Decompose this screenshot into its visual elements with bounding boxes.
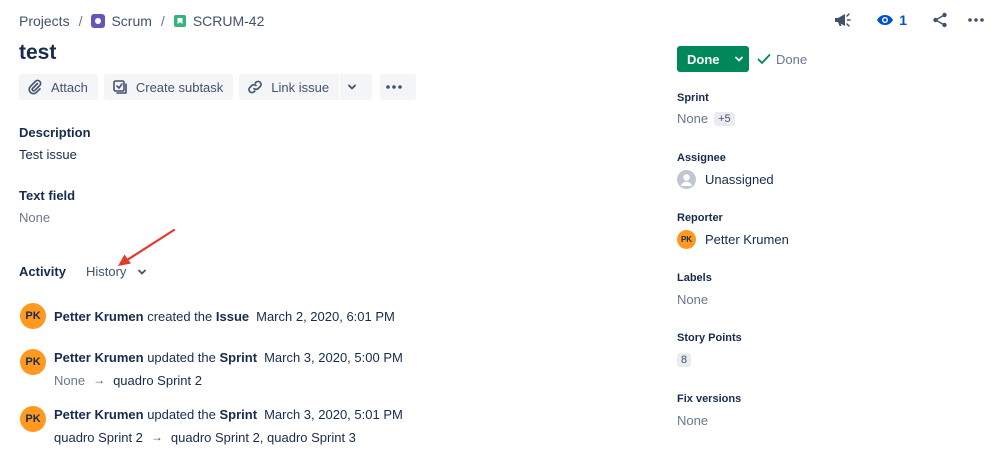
breadcrumb: Projects / Scrum / SCRUM-42 — [19, 11, 264, 31]
history-entry: PK Petter Krumen created the Issue March… — [20, 303, 395, 329]
avatar[interactable]: PK — [20, 406, 46, 432]
chevron-down-icon — [138, 269, 147, 275]
avatar: PK — [677, 230, 696, 249]
link-issue-label: Link issue — [271, 79, 330, 95]
issue-title[interactable]: test — [19, 41, 56, 65]
labels-label: Labels — [677, 272, 712, 284]
arrow-right-icon: → — [93, 373, 106, 387]
history-target: Sprint — [219, 406, 258, 422]
link-issue-dropdown[interactable] — [340, 74, 373, 100]
share-icon[interactable] — [932, 12, 948, 28]
breadcrumb-projects[interactable]: Projects — [19, 13, 70, 29]
assignee-label: Assignee — [677, 152, 726, 164]
history-author[interactable]: Petter Krumen — [54, 309, 144, 324]
history-timestamp: March 2, 2020, 6:01 PM — [256, 308, 395, 324]
story-points-label: Story Points — [677, 332, 742, 344]
assignee-field[interactable]: Unassigned — [677, 170, 774, 189]
reporter-label: Reporter — [677, 212, 723, 224]
fix-versions-label: Fix versions — [677, 393, 742, 405]
activity-label: Activity — [19, 264, 66, 279]
avatar[interactable]: PK — [20, 349, 46, 375]
chevron-down-icon — [734, 56, 743, 62]
history-author[interactable]: Petter Krumen — [54, 350, 144, 365]
subtask-icon — [113, 80, 127, 94]
history-entry: PK Petter Krumen updated the Sprint Marc… — [20, 349, 403, 390]
sprint-label: Sprint — [677, 92, 709, 104]
sprint-more-badge[interactable]: +5 — [714, 111, 735, 126]
sprint-field[interactable]: None +5 — [677, 111, 735, 126]
reporter-field[interactable]: PK Petter Krumen — [677, 230, 789, 249]
history-author[interactable]: Petter Krumen — [54, 407, 144, 422]
history-target: Sprint — [219, 349, 258, 365]
megaphone-icon[interactable] — [832, 11, 852, 29]
history-target: Issue — [215, 308, 250, 324]
create-subtask-button[interactable]: Create subtask — [103, 74, 234, 100]
attach-label: Attach — [51, 79, 88, 95]
sprint-value: None — [677, 111, 709, 126]
link-issue-button[interactable]: Link issue — [239, 74, 340, 100]
story-points-value: 8 — [677, 353, 692, 367]
status-button[interactable]: Done — [677, 46, 749, 72]
history-verb: created the — [147, 308, 213, 324]
attach-button[interactable]: Attach — [19, 74, 98, 100]
description-label: Description — [19, 125, 91, 140]
history-verb: updated the — [147, 406, 216, 422]
status-label: Done — [687, 51, 720, 67]
breadcrumb-separator: / — [160, 13, 165, 29]
activity-filter-select[interactable]: History — [86, 264, 147, 279]
text-field-label: Text field — [19, 188, 76, 203]
fix-versions-value[interactable]: None — [677, 413, 708, 428]
checkmark-icon — [757, 54, 771, 65]
resolution-label: Done — [776, 51, 808, 67]
history-from-value: None — [54, 372, 86, 388]
watch-button[interactable]: 1 — [876, 12, 907, 28]
project-avatar-icon — [91, 14, 106, 28]
history-timestamp: March 3, 2020, 5:01 PM — [264, 406, 403, 422]
link-icon — [248, 80, 263, 94]
more-icon — [386, 85, 402, 89]
story-icon — [173, 15, 186, 27]
more-icon[interactable] — [968, 18, 984, 22]
arrow-right-icon: → — [150, 430, 163, 444]
link-issue-group: Link issue — [239, 74, 373, 100]
description-value[interactable]: Test issue — [19, 147, 77, 162]
labels-value[interactable]: None — [677, 292, 708, 307]
unassigned-avatar-icon — [677, 170, 696, 189]
more-actions-button[interactable] — [380, 74, 417, 100]
breadcrumb-project[interactable]: Scrum — [111, 13, 151, 29]
text-field-value[interactable]: None — [19, 210, 50, 225]
issue-top-actions: 1 — [832, 9, 984, 31]
history-from-value: quadro Sprint 2 — [54, 429, 143, 445]
eye-icon — [877, 15, 894, 25]
resolution-indicator: Done — [757, 49, 807, 69]
story-points-field[interactable]: 8 — [677, 353, 692, 367]
history-to-value: quadro Sprint 2, quadro Sprint 3 — [170, 429, 356, 445]
history-entry: PK Petter Krumen updated the Sprint Marc… — [20, 406, 403, 447]
avatar[interactable]: PK — [20, 303, 46, 329]
activity-header: Activity History — [19, 264, 147, 279]
create-subtask-label: Create subtask — [135, 79, 224, 95]
breadcrumb-issue-key[interactable]: SCRUM-42 — [193, 13, 265, 29]
paperclip-icon — [28, 79, 42, 95]
history-verb: updated the — [147, 349, 216, 365]
breadcrumb-separator: / — [78, 13, 83, 29]
chevron-down-icon — [348, 84, 357, 90]
assignee-value: Unassigned — [705, 172, 774, 187]
issue-toolbar: Attach Create subtask Link issue — [19, 74, 417, 100]
history-to-value: quadro Sprint 2 — [113, 372, 202, 388]
reporter-value: Petter Krumen — [705, 232, 789, 247]
history-timestamp: March 3, 2020, 5:00 PM — [264, 349, 403, 365]
activity-filter-value: History — [85, 264, 127, 279]
watch-count: 1 — [899, 12, 907, 28]
